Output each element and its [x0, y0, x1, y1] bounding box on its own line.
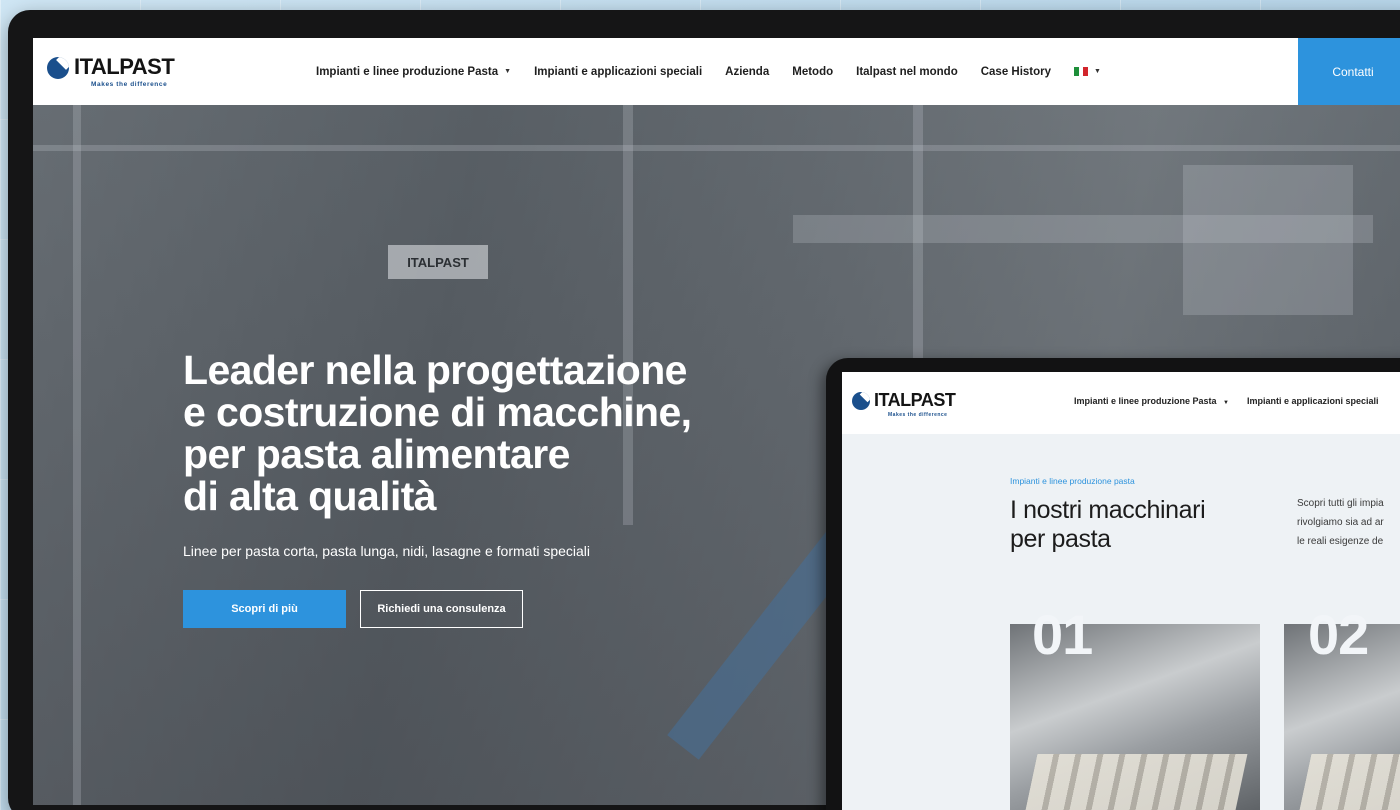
nav-item-label: Case History — [980, 65, 1052, 78]
title-line: per pasta — [1010, 525, 1111, 553]
logo-tagline: Makes the difference — [91, 81, 168, 88]
italy-flag-icon — [1074, 67, 1089, 76]
chevron-down-icon: ▼ — [1223, 400, 1229, 406]
hero-beam — [73, 105, 81, 805]
nav-item-applicazioni-speciali[interactable]: Impianti e applicazioni speciali — [534, 66, 702, 78]
hero-beam — [33, 145, 1400, 151]
hero-window — [1183, 165, 1353, 315]
card-number: 02 — [1308, 603, 1369, 666]
card-machine-image — [1022, 754, 1248, 810]
nav-item-label: Azienda — [725, 65, 770, 78]
headline-line: Leader nella progettazione — [183, 347, 687, 393]
nav-item-label: Impianti e linee produzione Pasta — [316, 65, 499, 78]
tablet-menu: Impianti e linee produzione Pasta ▼ Impi… — [1074, 396, 1379, 406]
chevron-down-icon: ▼ — [504, 68, 512, 75]
tablet-breadcrumb[interactable]: Impianti e linee produzione pasta — [1010, 476, 1135, 486]
logo-text: ITALPAST — [74, 54, 175, 79]
chevron-down-icon: ▼ — [1094, 68, 1101, 75]
hero-subline: Linee per pasta corta, pasta lunga, nidi… — [183, 543, 591, 559]
machine-brand-plate: ITALPAST — [388, 245, 488, 279]
discover-more-button[interactable]: Scopri di più — [183, 590, 346, 628]
logo-mark-icon — [47, 57, 69, 79]
tablet-screen: ITALPAST Makes the difference Impianti e… — [842, 372, 1400, 810]
card-machine-image — [1296, 754, 1400, 810]
language-selector[interactable]: ▼ — [1074, 67, 1101, 76]
logo-tagline: Makes the difference — [888, 412, 948, 418]
headline-line: e costruzione di macchine, — [183, 389, 692, 435]
main-menu: Impianti e linee produzione Pasta ▼ Impi… — [316, 38, 1101, 105]
tablet-navbar: ITALPAST Makes the difference Impianti e… — [842, 372, 1400, 434]
nav-item-impianti-pasta[interactable]: Impianti e linee produzione Pasta ▼ — [316, 66, 511, 78]
nav-item-case-history[interactable]: Case History — [981, 66, 1051, 78]
description-line: le reali esigenze de — [1297, 536, 1384, 547]
description-line: Scopri tutti gli impia — [1297, 498, 1384, 509]
tablet-section-description: Scopri tutti gli impia rivolgiamo sia ad… — [1297, 494, 1400, 551]
tablet-nav-item-impianti-pasta[interactable]: Impianti e linee produzione Pasta ▼ — [1074, 396, 1229, 406]
headline-line: per pasta alimentare — [183, 431, 570, 477]
top-navbar: ITALPAST Makes the difference Impianti e… — [33, 38, 1400, 105]
nav-item-label: Metodo — [792, 65, 834, 78]
nav-item-italpast-nel-mondo[interactable]: Italpast nel mondo — [856, 66, 958, 78]
description-line: rivolgiamo sia ad ar — [1297, 517, 1384, 528]
tablet-section-title: I nostri macchinari per pasta — [1010, 496, 1270, 554]
nav-item-azienda[interactable]: Azienda — [725, 66, 769, 78]
logo-text: ITALPAST — [874, 390, 956, 410]
card-number: 01 — [1032, 603, 1093, 666]
title-line: I nostri macchinari — [1010, 496, 1206, 524]
contact-button[interactable]: Contatti — [1298, 38, 1400, 105]
request-consultation-button[interactable]: Richiedi una consulenza — [360, 590, 523, 628]
nav-item-label: Italpast nel mondo — [856, 65, 958, 78]
tablet-nav-item-applicazioni[interactable]: Impianti e applicazioni speciali — [1247, 396, 1379, 406]
nav-item-label: Impianti e linee produzione Pasta — [1074, 396, 1217, 406]
nav-item-metodo[interactable]: Metodo — [792, 66, 833, 78]
hero-headline: Leader nella progettazione e costruzione… — [183, 349, 783, 517]
headline-line: di alta qualità — [183, 473, 437, 519]
tablet-logo[interactable]: ITALPAST Makes the difference — [852, 390, 962, 422]
tablet-frame: ITALPAST Makes the difference Impianti e… — [826, 358, 1400, 810]
site-logo[interactable]: ITALPAST Makes the difference — [47, 52, 177, 92]
nav-item-label: Impianti e applicazioni speciali — [534, 65, 703, 78]
logo-mark-icon — [852, 392, 870, 410]
